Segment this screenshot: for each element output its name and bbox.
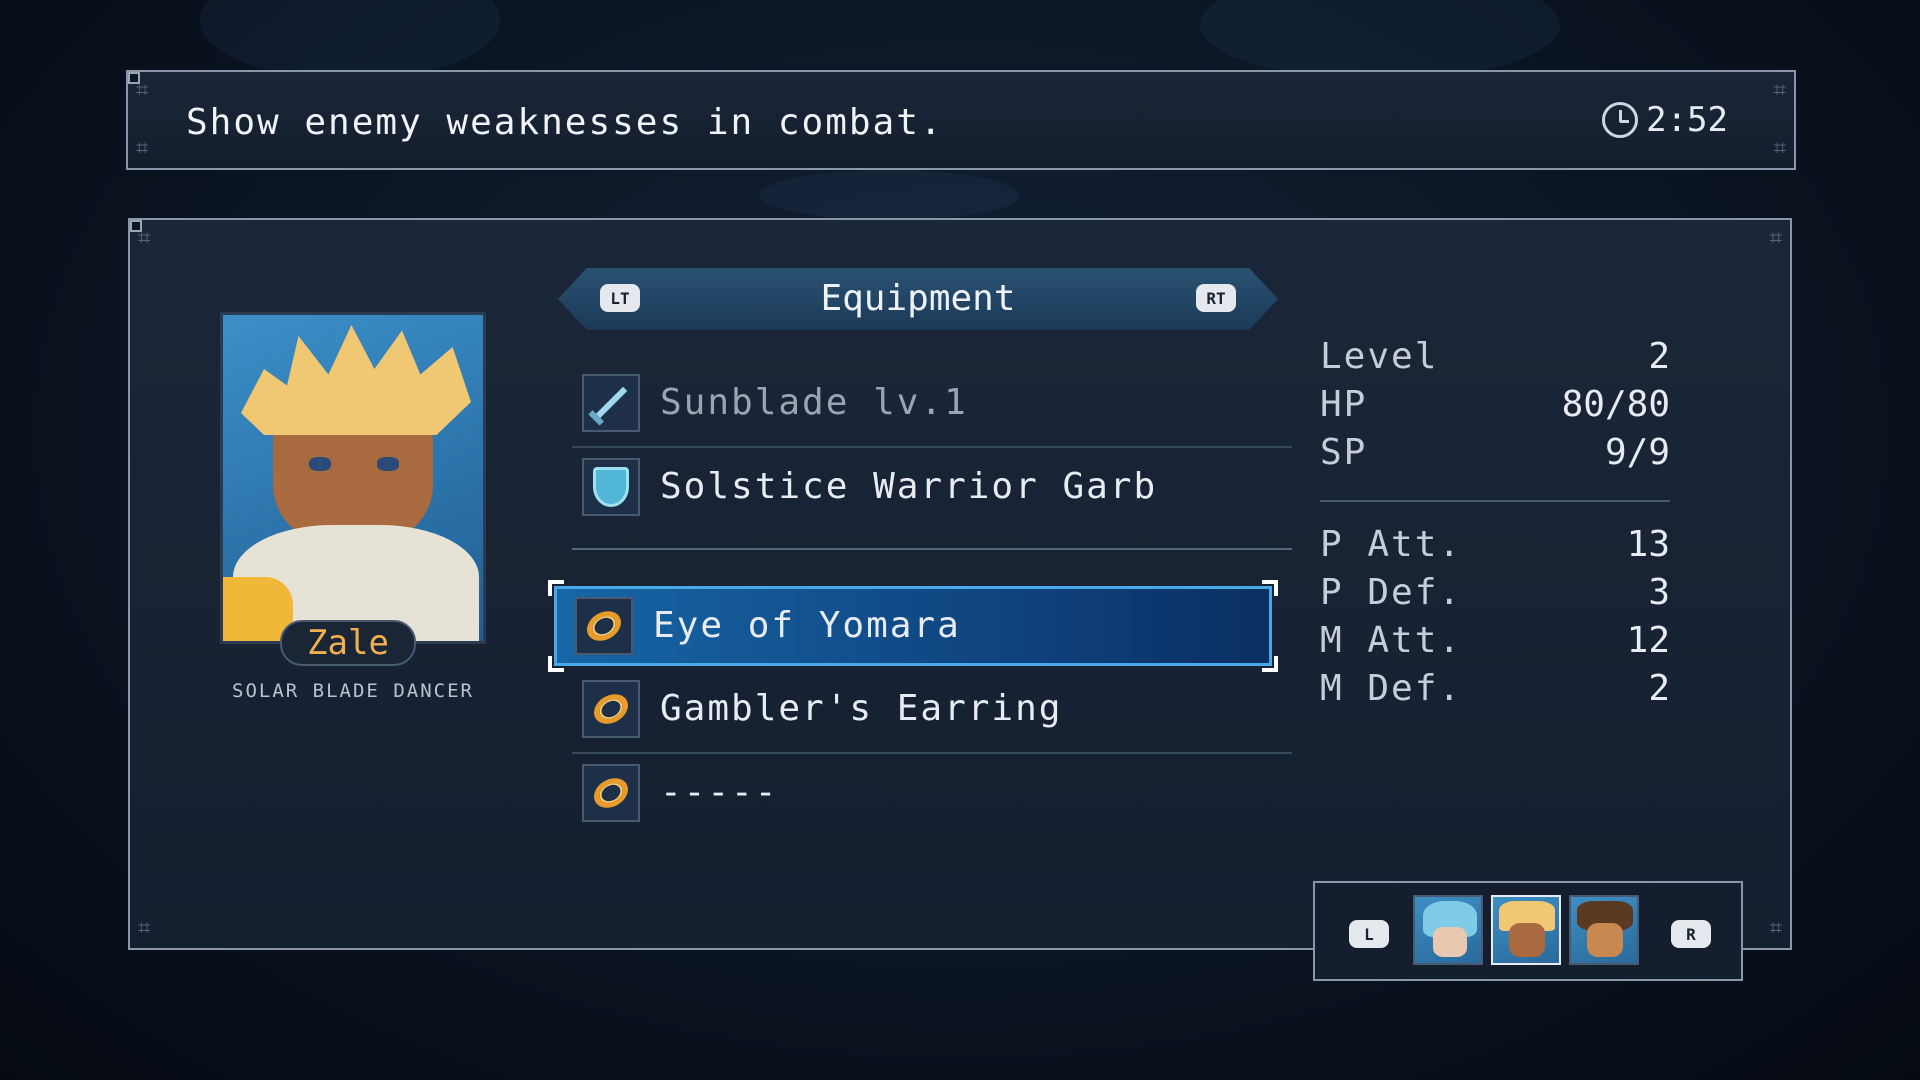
equip-slot-accessory-2[interactable]: Gambler's Earring [572,670,1272,750]
stats-divider [1320,500,1670,502]
ring-icon [588,772,634,814]
equip-slot-accessory-3[interactable]: ----- [572,754,1272,834]
hint-text: Show enemy weaknesses in combat. [186,102,944,143]
stat-label: SP [1320,432,1368,473]
stat-label: M Def. [1320,668,1463,709]
party-member-garl[interactable] [1569,895,1639,965]
stat-value: 3 [1648,572,1670,613]
prev-character-button[interactable]: L [1349,920,1389,948]
stat-m-def: M Def. 2 [1320,668,1670,716]
stat-value: 12 [1626,620,1670,661]
party-face-skin [1587,923,1623,957]
portrait-hair [241,325,471,435]
accessory-slot [582,680,640,738]
ring-icon [581,605,627,647]
background-decor [200,0,500,80]
stat-label: P Def. [1320,572,1463,613]
selection-corner [548,656,564,672]
shield-icon [593,467,629,507]
play-time-value: 2:52 [1646,100,1728,140]
party-member-valere[interactable] [1413,895,1483,965]
stat-m-att: M Att. 12 [1320,620,1670,668]
accessory-slot [575,597,633,655]
stats-panel: Level 2 HP 80/80 SP 9/9 P Att. 13 P Def. 3 M … [1320,336,1670,716]
selection-corner [1262,580,1278,596]
stat-label: Level [1320,336,1439,377]
corner-ornament: ⌗ [136,78,149,103]
sword-icon [594,386,628,420]
stat-label: M Att. [1320,620,1463,661]
party-face-skin [1433,927,1467,957]
stat-value: 2 [1648,668,1670,709]
equipment-tab-header: Equipment LT RT [558,268,1278,330]
corner-ornament: ⌗ [1773,136,1786,161]
ring-icon [588,688,634,730]
stat-value: 80/80 [1561,384,1670,425]
background-decor [1200,0,1560,80]
equip-item-name: Sunblade lv.1 [660,382,968,423]
stat-label: P Att. [1320,524,1463,565]
section-divider [572,548,1292,550]
equipment-title: Equipment [820,278,1016,319]
equip-item-name: Eye of Yomara [653,605,961,646]
next-character-button[interactable]: R [1671,920,1711,948]
stat-p-att: P Att. 13 [1320,524,1670,572]
character-portrait [220,312,486,644]
weapon-slot [582,374,640,432]
stat-value: 2 [1648,336,1670,377]
equip-slot-weapon[interactable]: Sunblade lv.1 [572,364,1272,444]
corner-ornament: ⌗ [1773,78,1786,103]
equipment-panel: ⌗ ⌗ ⌗ ⌗ Zale SOLAR BLADE DANCER Equipmen… [128,218,1792,950]
clock-icon [1602,102,1639,138]
stat-p-def: P Def. 3 [1320,572,1670,620]
portrait-eye [377,457,399,471]
stat-value: 9/9 [1604,432,1670,473]
stat-sp: SP 9/9 [1320,432,1670,480]
background-decor [760,170,1020,220]
stat-value: 13 [1626,524,1670,565]
party-face-skin [1509,923,1545,957]
accessory-slot [582,764,640,822]
prev-tab-button[interactable]: LT [600,284,640,312]
hint-bar: ⌗ ⌗ ⌗ ⌗ Show enemy weaknesses in combat.… [126,70,1796,170]
stat-level: Level 2 [1320,336,1670,384]
party-switcher: L R [1313,881,1743,981]
portrait-eye [309,457,331,471]
character-class: SOLAR BLADE DANCER [232,680,474,702]
equip-item-name: ----- [660,772,779,813]
play-time: 2:52 [1602,100,1728,140]
equip-item-name: Solstice Warrior Garb [660,466,1158,507]
equip-slot-accessory-1[interactable]: Eye of Yomara [554,586,1272,666]
stat-label: HP [1320,384,1368,425]
corner-ornament: ⌗ [138,226,151,251]
armor-slot [582,458,640,516]
party-member-zale[interactable] [1491,895,1561,965]
equip-item-name: Gambler's Earring [660,688,1063,729]
equip-slot-armor[interactable]: Solstice Warrior Garb [572,448,1272,528]
corner-ornament: ⌗ [1769,916,1782,941]
corner-ornament: ⌗ [136,136,149,161]
next-tab-button[interactable]: RT [1196,284,1236,312]
corner-ornament: ⌗ [1769,226,1782,251]
stat-hp: HP 80/80 [1320,384,1670,432]
selection-corner [548,580,564,596]
corner-ornament: ⌗ [138,916,151,941]
character-name: Zale [280,620,416,666]
